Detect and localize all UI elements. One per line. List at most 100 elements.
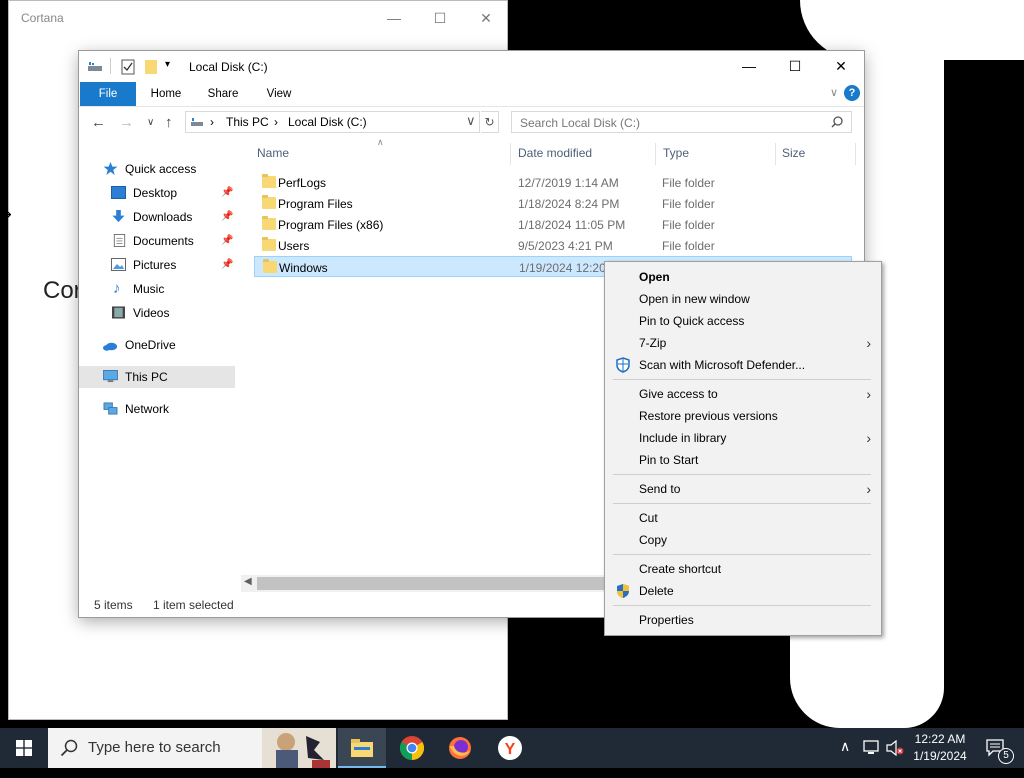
nav-item-downloads[interactable]: Downloads 📌 bbox=[109, 206, 237, 228]
taskbar-file-explorer[interactable] bbox=[338, 728, 386, 768]
show-hidden-icons-icon[interactable]: ∧ bbox=[840, 738, 850, 778]
back-button[interactable]: ← bbox=[91, 111, 106, 135]
tab-home[interactable]: Home bbox=[141, 82, 191, 106]
nav-item-desktop[interactable]: Desktop 📌 bbox=[109, 182, 237, 204]
up-button[interactable]: ↑ bbox=[165, 111, 173, 135]
nav-item-label: Music bbox=[133, 282, 165, 296]
menu-item-send-to[interactable]: Send to › bbox=[605, 478, 881, 500]
nav-this-pc-label: This PC bbox=[125, 370, 168, 384]
menu-separator bbox=[613, 605, 871, 606]
cortana-close-button[interactable]: ✕ bbox=[463, 5, 509, 31]
file-type: File folder bbox=[662, 197, 715, 211]
nav-item-pictures[interactable]: Pictures 📌 bbox=[109, 254, 237, 276]
address-row: ← → ∨ ↑ › This PC › Local Disk (C:) ∨ ↻ … bbox=[79, 111, 864, 135]
close-button[interactable]: ✕ bbox=[818, 51, 864, 81]
column-name[interactable]: Name bbox=[257, 146, 289, 160]
yandex-icon: Y bbox=[498, 736, 522, 760]
search-input[interactable]: Search Local Disk (C:) bbox=[511, 111, 852, 133]
nav-this-pc[interactable]: This PC bbox=[79, 366, 235, 388]
menu-separator bbox=[613, 474, 871, 475]
breadcrumb-this-pc[interactable]: This PC bbox=[226, 115, 269, 129]
tab-file[interactable]: File bbox=[80, 82, 136, 106]
menu-item-give-access[interactable]: Give access to › bbox=[605, 383, 881, 405]
column-date-modified[interactable]: Date modified bbox=[518, 146, 592, 160]
menu-item-open-new-window[interactable]: Open in new window bbox=[605, 288, 881, 310]
tab-view[interactable]: View bbox=[255, 82, 303, 106]
breadcrumb-local-disk[interactable]: Local Disk (C:) bbox=[288, 115, 367, 129]
file-row-program-files-x86[interactable]: Program Files (x86) 1/18/2024 11:05 PM F… bbox=[254, 214, 852, 235]
taskbar-chrome[interactable] bbox=[388, 728, 436, 768]
network-status-icon[interactable] bbox=[862, 740, 880, 756]
quick-access-toolbar-dropdown-icon[interactable]: ▾ bbox=[165, 59, 170, 70]
nav-quick-access[interactable]: Quick access bbox=[101, 158, 231, 180]
file-type: File folder bbox=[662, 218, 715, 232]
column-divider[interactable] bbox=[510, 143, 511, 165]
menu-item-scan-defender[interactable]: Scan with Microsoft Defender... bbox=[605, 354, 881, 376]
address-dropdown-icon[interactable]: ∨ bbox=[466, 113, 476, 129]
menu-item-include-library[interactable]: Include in library › bbox=[605, 427, 881, 449]
volume-muted-icon[interactable] bbox=[886, 740, 904, 756]
menu-item-delete[interactable]: Delete bbox=[605, 580, 881, 602]
menu-item-7zip[interactable]: 7-Zip › bbox=[605, 332, 881, 354]
menu-item-restore-versions[interactable]: Restore previous versions bbox=[605, 405, 881, 427]
scroll-left-icon[interactable]: ◀ bbox=[244, 576, 252, 587]
file-date: 9/5/2023 4:21 PM bbox=[518, 239, 613, 253]
cortana-minimize-button[interactable]: — bbox=[371, 5, 417, 31]
nav-item-label: Pictures bbox=[133, 258, 177, 272]
taskbar-firefox[interactable] bbox=[436, 728, 484, 768]
svg-text:Y: Y bbox=[505, 741, 516, 758]
system-clock[interactable]: 12:22 AM 1/19/2024 bbox=[905, 731, 975, 765]
resize-cursor-icon: ⇹ bbox=[0, 206, 12, 222]
menu-item-pin-start[interactable]: Pin to Start bbox=[605, 449, 881, 471]
minimize-button[interactable]: — bbox=[726, 51, 772, 81]
this-pc-icon bbox=[191, 118, 203, 126]
file-type: File folder bbox=[662, 239, 715, 253]
pin-icon: 📌 bbox=[221, 211, 234, 222]
videos-icon bbox=[112, 306, 125, 319]
action-center-button[interactable]: 5 bbox=[980, 728, 1024, 768]
recent-locations-icon[interactable]: ∨ bbox=[147, 111, 154, 135]
column-size[interactable]: Size bbox=[782, 146, 805, 160]
folder-icon bbox=[262, 195, 276, 209]
menu-item-pin-quick-access[interactable]: Pin to Quick access bbox=[605, 310, 881, 332]
file-row-users[interactable]: Users 9/5/2023 4:21 PM File folder bbox=[254, 235, 852, 256]
menu-item-create-shortcut[interactable]: Create shortcut bbox=[605, 558, 881, 580]
nav-item-music[interactable]: ♪ Music bbox=[109, 278, 237, 300]
start-button[interactable] bbox=[0, 728, 48, 768]
forward-button[interactable]: → bbox=[119, 111, 134, 135]
downloads-icon bbox=[112, 210, 125, 223]
title-bar[interactable]: ▾ Local Disk (C:) — ☐ ✕ bbox=[79, 51, 864, 82]
cortana-heading: Cor bbox=[43, 277, 82, 304]
scroll-thumb[interactable] bbox=[257, 577, 617, 590]
taskbar-yandex[interactable]: Y bbox=[486, 728, 534, 768]
column-type[interactable]: Type bbox=[663, 146, 689, 160]
nav-item-documents[interactable]: Documents 📌 bbox=[109, 230, 237, 252]
nav-network[interactable]: Network bbox=[101, 398, 231, 420]
taskbar-search-input[interactable]: Type here to search bbox=[48, 728, 336, 768]
address-bar[interactable]: › This PC › Local Disk (C:) ∨ bbox=[185, 111, 480, 133]
menu-separator bbox=[613, 379, 871, 380]
file-row-program-files[interactable]: Program Files 1/18/2024 8:24 PM File fol… bbox=[254, 193, 852, 214]
column-divider[interactable] bbox=[775, 143, 776, 165]
nav-item-videos[interactable]: Videos bbox=[109, 302, 237, 324]
menu-item-properties[interactable]: Properties bbox=[605, 609, 881, 631]
help-icon[interactable]: ? bbox=[844, 85, 860, 101]
nav-onedrive[interactable]: OneDrive bbox=[101, 334, 231, 356]
pictures-icon bbox=[111, 258, 126, 271]
menu-item-cut[interactable]: Cut bbox=[605, 507, 881, 529]
maximize-button[interactable]: ☐ bbox=[772, 51, 818, 81]
cortana-maximize-button[interactable]: ☐ bbox=[417, 5, 463, 31]
column-divider[interactable] bbox=[855, 143, 856, 165]
menu-item-open[interactable]: Open bbox=[605, 266, 881, 288]
expand-ribbon-icon[interactable]: ∨ bbox=[830, 86, 838, 99]
column-divider[interactable] bbox=[655, 143, 656, 165]
menu-item-copy[interactable]: Copy bbox=[605, 529, 881, 551]
refresh-button[interactable]: ↻ bbox=[481, 111, 499, 133]
properties-icon[interactable] bbox=[121, 59, 135, 75]
notification-count-badge: 5 bbox=[998, 748, 1014, 764]
taskbar-search-placeholder: Type here to search bbox=[88, 739, 221, 756]
ribbon-tabs: File Home Share View ∨ ? bbox=[79, 82, 864, 107]
file-row-perflogs[interactable]: PerfLogs 12/7/2019 1:14 AM File folder bbox=[254, 172, 852, 193]
new-folder-icon[interactable] bbox=[144, 59, 158, 75]
tab-share[interactable]: Share bbox=[199, 82, 247, 106]
